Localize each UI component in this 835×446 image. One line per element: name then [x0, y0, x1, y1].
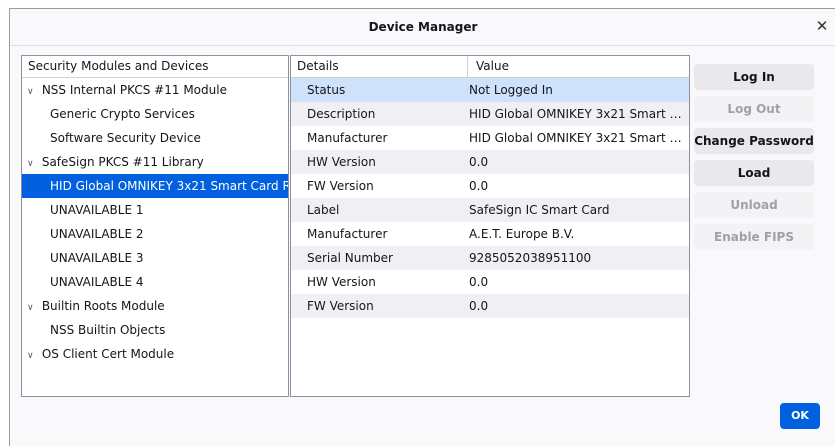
tree-item-label: NSS Builtin Objects: [50, 323, 166, 337]
table-row[interactable]: HW Version 0.0: [291, 150, 689, 174]
tree-item[interactable]: NSS Builtin Objects: [22, 318, 288, 342]
tree-item-label: Generic Crypto Services: [50, 107, 195, 121]
chevron-down-icon[interactable]: ∨: [27, 80, 38, 102]
table-row[interactable]: Manufacturer HID Global OMNIKEY 3x21 Smar…: [291, 126, 689, 150]
detail-value: 0.0: [469, 299, 489, 313]
detail-name: Manufacturer: [307, 131, 388, 145]
detail-name: Status: [307, 83, 346, 97]
detail-name: Label: [307, 203, 340, 217]
detail-name: FW Version: [307, 179, 374, 193]
details-header-row: Details Value: [291, 56, 689, 78]
log-in-button[interactable]: Log In: [694, 64, 814, 90]
table-row[interactable]: HW Version 0.0: [291, 270, 689, 294]
tree-item-label: UNAVAILABLE 3: [50, 251, 144, 265]
security-modules-tree[interactable]: Security Modules and Devices ∨ NSS Inter…: [21, 55, 289, 397]
tree-item[interactable]: UNAVAILABLE 3: [22, 246, 288, 270]
close-icon[interactable]: ✕: [812, 16, 832, 36]
detail-value: HID Global OMNIKEY 3x21 Smart Ca: [469, 131, 684, 145]
tree-item[interactable]: Generic Crypto Services: [22, 102, 288, 126]
table-row[interactable]: FW Version 0.0: [291, 294, 689, 318]
detail-name: Description: [307, 107, 376, 121]
tree-item[interactable]: UNAVAILABLE 2: [22, 222, 288, 246]
tree-item-label: SafeSign PKCS #11 Library: [41, 155, 204, 169]
detail-value: A.E.T. Europe B.V.: [469, 227, 575, 241]
tree-item-label: HID Global OMNIKEY 3x21 Smart Card Rea..…: [50, 179, 288, 193]
ok-button[interactable]: OK: [780, 403, 820, 429]
tree-item-label: UNAVAILABLE 1: [50, 203, 144, 217]
table-row[interactable]: Label SafeSign IC Smart Card: [291, 198, 689, 222]
detail-value: 0.0: [469, 155, 489, 169]
unload-button[interactable]: Unload: [694, 192, 814, 218]
dialog-title: Device Manager: [368, 20, 478, 34]
table-row[interactable]: FW Version 0.0: [291, 174, 689, 198]
detail-name: Serial Number: [307, 251, 393, 265]
tree-module[interactable]: ∨ SafeSign PKCS #11 Library: [22, 150, 288, 174]
table-row[interactable]: Status Not Logged In: [291, 78, 689, 102]
detail-name: Manufacturer: [307, 227, 388, 241]
details-table: Details Value Status Not Logged In Descrip…: [290, 55, 690, 397]
table-row[interactable]: Serial Number 9285052038951100: [291, 246, 689, 270]
tree-item-label: Software Security Device: [50, 131, 201, 145]
detail-name: FW Version: [307, 299, 374, 313]
detail-value: 0.0: [469, 179, 489, 193]
tree-column-header[interactable]: Security Modules and Devices: [22, 56, 288, 78]
chevron-down-icon[interactable]: ∨: [27, 296, 38, 318]
change-password-button[interactable]: Change Password: [694, 128, 814, 154]
chevron-down-icon[interactable]: ∨: [27, 344, 38, 366]
detail-value: Not Logged In: [469, 83, 553, 97]
table-row[interactable]: Manufacturer A.E.T. Europe B.V.: [291, 222, 689, 246]
detail-value: SafeSign IC Smart Card: [469, 203, 610, 217]
load-button[interactable]: Load: [694, 160, 814, 186]
detail-value: 0.0: [469, 275, 489, 289]
tree-module[interactable]: ∨ NSS Internal PKCS #11 Module: [22, 78, 288, 102]
tree-item-label: UNAVAILABLE 2: [50, 227, 144, 241]
detail-name: HW Version: [307, 275, 376, 289]
tree-item[interactable]: UNAVAILABLE 4: [22, 270, 288, 294]
detail-value: 9285052038951100: [469, 251, 592, 265]
tree-item-label: OS Client Cert Module: [41, 347, 175, 361]
tree-item[interactable]: HID Global OMNIKEY 3x21 Smart Card Rea..…: [22, 174, 288, 198]
value-column-header[interactable]: Value: [467, 56, 509, 77]
title-bar: Device Manager ✕: [10, 9, 835, 46]
tree-item-label: UNAVAILABLE 4: [50, 275, 144, 289]
tree-module[interactable]: ∨ Builtin Roots Module: [22, 294, 288, 318]
chevron-down-icon[interactable]: ∨: [27, 152, 38, 174]
tree-item[interactable]: Software Security Device: [22, 126, 288, 150]
enable-fips-button[interactable]: Enable FIPS: [694, 224, 814, 250]
tree-item-label: Builtin Roots Module: [41, 299, 165, 313]
tree-item[interactable]: UNAVAILABLE 1: [22, 198, 288, 222]
detail-name: HW Version: [307, 155, 376, 169]
table-row[interactable]: Description HID Global OMNIKEY 3x21 Smart…: [291, 102, 689, 126]
tree-module[interactable]: ∨ OS Client Cert Module: [22, 342, 288, 366]
details-column-header[interactable]: Details: [297, 59, 339, 73]
detail-value: HID Global OMNIKEY 3x21 Smart Card ...: [469, 107, 684, 121]
tree-item-label: NSS Internal PKCS #11 Module: [41, 83, 227, 97]
log-out-button[interactable]: Log Out: [694, 96, 814, 122]
